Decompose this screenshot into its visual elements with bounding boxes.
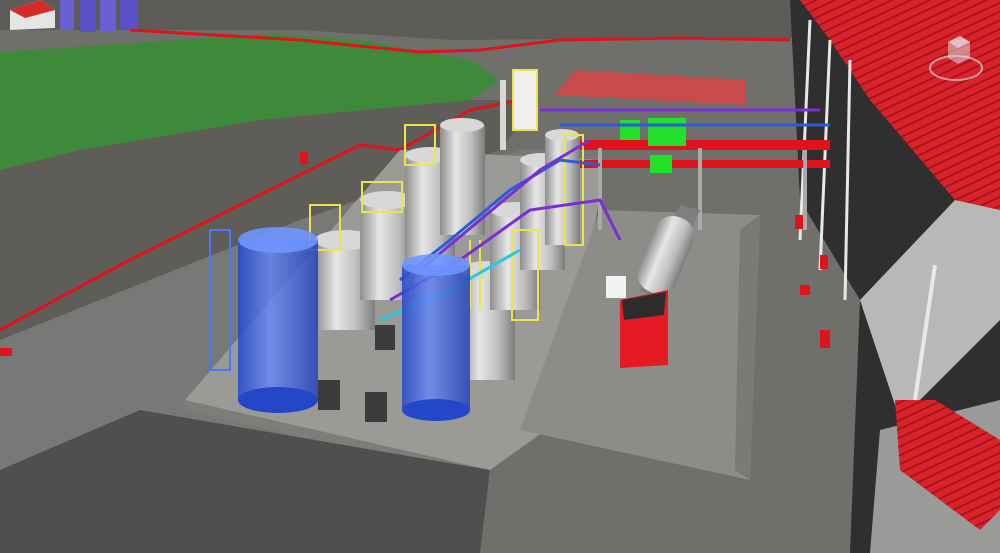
view-cube-icon[interactable] [928,28,984,84]
plant-3d-viewport[interactable] [0,0,1000,553]
